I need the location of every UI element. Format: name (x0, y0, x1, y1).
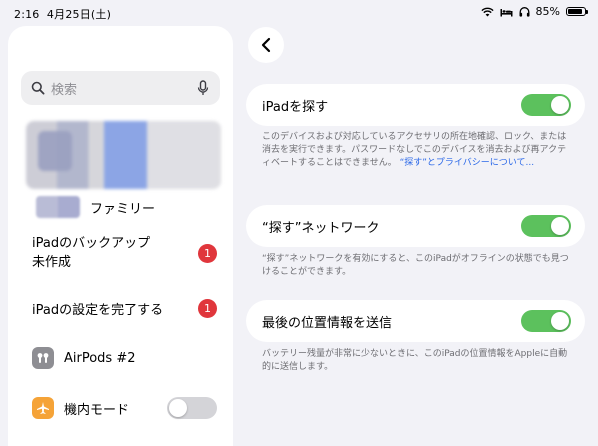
backup-label-line1: iPadのバックアップ (32, 236, 151, 251)
status-time-date: 2:16 4月25日(土) (14, 6, 111, 22)
sidebar-item-finish-setup[interactable]: iPadの設定を完了する 1 (32, 299, 217, 318)
find-my-network-toggle[interactable] (521, 215, 571, 237)
account-profile-blurred[interactable] (26, 121, 221, 189)
notification-badge: 1 (198, 243, 217, 263)
find-my-ipad-label: iPadを探す (262, 99, 329, 115)
back-button[interactable] (248, 27, 284, 63)
toggle-knob (551, 217, 569, 235)
send-last-location-toggle[interactable] (521, 310, 571, 332)
find-my-network-row: “探す”ネットワーク (246, 205, 585, 247)
airplane-icon (32, 397, 54, 419)
sidebar-item-airplane-mode[interactable]: 機内モード (32, 397, 217, 419)
find-my-ipad-description: このデバイスおよび対応しているアクセサリの所在地確認、ロック、または消去を実行で… (262, 131, 572, 170)
headphones-icon (519, 6, 530, 17)
status-indicators: 85% (480, 5, 588, 18)
status-bar: 2:16 4月25日(土) 85% (0, 0, 598, 26)
notification-badge: 1 (198, 299, 217, 318)
sidebar-item-backup[interactable]: iPadのバックアップ 未作成 1 (32, 234, 217, 272)
backup-label-line2: 未作成 (32, 255, 72, 270)
toggle-knob (169, 399, 187, 417)
family-row[interactable]: ファミリー (36, 196, 155, 218)
backup-label: iPadのバックアップ 未作成 (32, 234, 150, 272)
toggle-knob (551, 96, 569, 114)
send-last-location-description: バッテリー残量が非常に少ないときに、このiPadの位置情報をAppleに自動的に… (262, 349, 568, 372)
finish-setup-label: iPadの設定を完了する (32, 303, 164, 318)
status-time: 2:16 (14, 8, 40, 21)
find-my-network-label: “探す”ネットワーク (262, 220, 380, 236)
wifi-icon (480, 7, 494, 16)
status-date: 4月25日(土) (46, 8, 112, 21)
send-last-location-row: 最後の位置情報を送信 (246, 300, 585, 342)
find-my-privacy-link[interactable]: “探す”とプライバシーについて... (400, 158, 534, 168)
airplane-mode-label: 機内モード (64, 402, 130, 418)
battery-level-fill (568, 9, 582, 14)
sidebar: 検索 ファミリー iPadのバックアップ 未作成 1 iPadの設定を完了する … (8, 26, 233, 446)
battery-percent: 85% (535, 5, 560, 18)
bed-icon (500, 8, 513, 16)
find-my-network-description: “探す”ネットワークを有効にすると、このiPadがオフラインの状態でも見つけるこ… (262, 254, 569, 277)
airplane-mode-label-group: 機内モード (32, 397, 129, 419)
find-my-ipad-row: iPadを探す (246, 84, 585, 126)
family-avatars-blurred (36, 196, 80, 218)
family-label: ファミリー (90, 201, 156, 217)
search-field[interactable]: 検索 (21, 71, 220, 105)
airpods-label: AirPods #2 (64, 350, 136, 366)
airplane-mode-toggle[interactable] (167, 397, 217, 419)
chevron-left-icon (261, 37, 271, 53)
sidebar-item-airpods[interactable]: AirPods #2 (32, 347, 217, 369)
battery-icon (566, 7, 588, 16)
microphone-icon[interactable] (197, 80, 209, 96)
search-icon (31, 81, 45, 95)
find-my-ipad-toggle[interactable] (521, 94, 571, 116)
search-placeholder: 検索 (51, 82, 78, 98)
toggle-knob (551, 312, 569, 330)
send-last-location-label: 最後の位置情報を送信 (262, 315, 393, 331)
airpods-icon (32, 347, 54, 369)
